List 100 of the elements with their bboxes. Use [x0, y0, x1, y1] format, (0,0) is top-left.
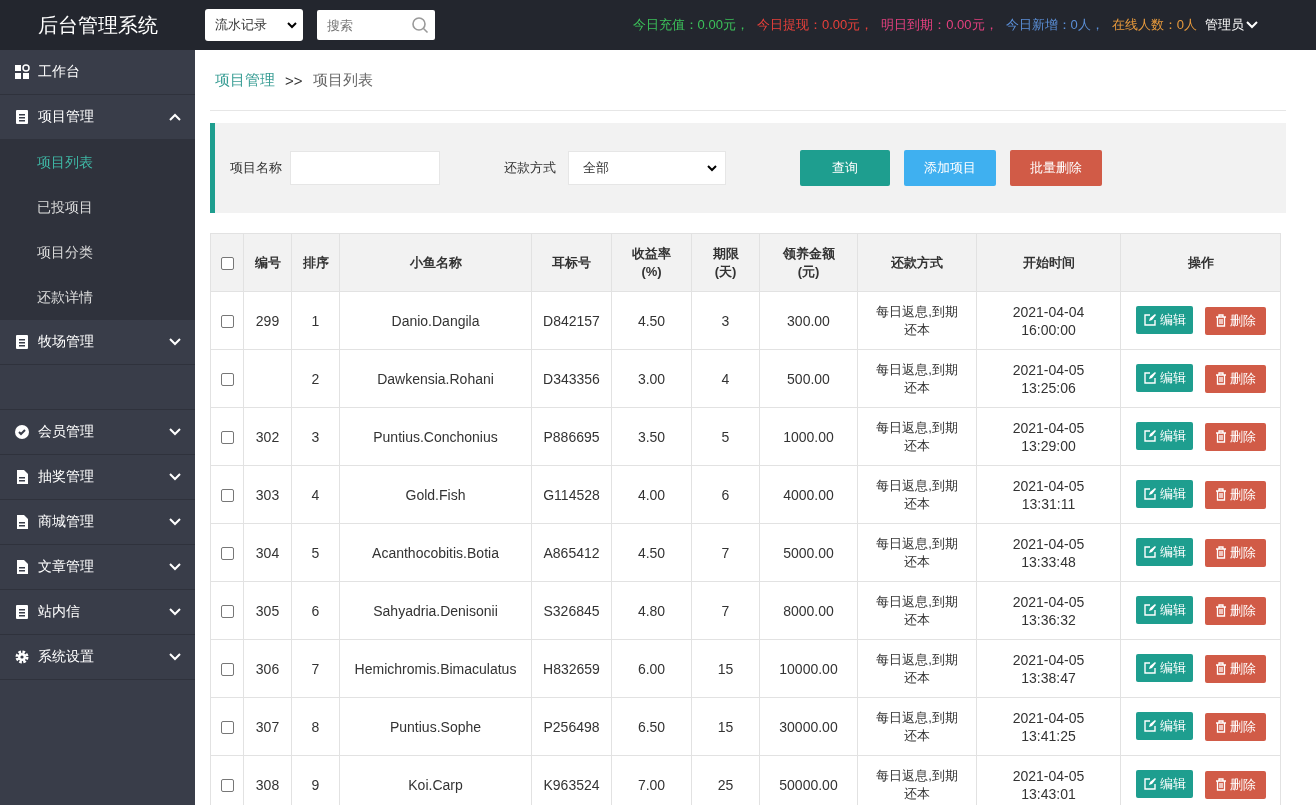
table-cell: 308	[255, 776, 280, 793]
delete-button[interactable]: 删除	[1204, 364, 1266, 393]
breadcrumb-item: 项目列表	[312, 70, 373, 90]
checkbox[interactable]	[220, 373, 234, 387]
checkbox[interactable]	[220, 605, 234, 619]
delete-button[interactable]: 删除	[1204, 306, 1266, 335]
caret-icon	[707, 164, 717, 172]
table-cell: S326845	[543, 602, 600, 619]
chevron-icon	[1246, 21, 1258, 29]
delete-button[interactable]: 删除	[1204, 654, 1266, 683]
table-cell: 7.00	[637, 776, 666, 793]
user-menu[interactable]: 管理员	[1205, 16, 1258, 34]
record-dropdown[interactable]: 流水记录	[205, 9, 303, 41]
table-cell: 30000.00	[779, 718, 838, 735]
sidebar-subitem[interactable]: 已投项目	[0, 185, 195, 230]
edit-button[interactable]: 编辑	[1135, 770, 1193, 799]
checkbox[interactable]	[220, 721, 234, 735]
table-cell: 6.00	[637, 660, 666, 677]
column-header: 小鱼名称	[339, 233, 532, 292]
edit-button[interactable]: 编辑	[1135, 480, 1193, 509]
table-cell: 6	[721, 486, 730, 503]
add-button[interactable]: 添加项目	[904, 150, 996, 186]
checkbox[interactable]	[220, 431, 234, 445]
table-cell-text: 每日返息,到期还本	[875, 766, 959, 803]
table-cell: 3.50	[637, 428, 666, 445]
table-cell: D842157	[543, 312, 600, 329]
file-icon	[14, 559, 30, 575]
checkbox[interactable]	[220, 489, 234, 503]
delete-button[interactable]: 删除	[1204, 712, 1266, 741]
checkbox[interactable]	[220, 547, 234, 561]
query-button[interactable]: 查询	[800, 150, 890, 186]
table-cell-text: 2021-04-05 13:36:32	[1011, 592, 1086, 629]
edit-button[interactable]: 编辑	[1135, 538, 1193, 567]
table-cell: P886695	[543, 428, 600, 445]
table-cell: 7	[721, 602, 730, 619]
caret-icon	[287, 21, 297, 29]
sidebar-subitem[interactable]: 项目分类	[0, 230, 195, 275]
edit-button[interactable]: 编辑	[1135, 596, 1193, 625]
edit-icon	[1142, 719, 1157, 734]
column-header: 编号	[243, 233, 292, 292]
column-header: 耳标号	[531, 233, 612, 292]
trash-icon	[1214, 430, 1227, 444]
table-cell-text: 每日返息,到期还本	[875, 360, 959, 397]
checkbox[interactable]	[220, 315, 234, 329]
sidebar-subitem[interactable]: 项目列表	[0, 140, 195, 185]
table-cell: 15	[717, 718, 734, 735]
edit-button[interactable]: 编辑	[1135, 712, 1193, 741]
stat-text: 明日到期：0.00元，	[881, 16, 998, 34]
delete-button[interactable]: 批量删除	[1010, 150, 1102, 186]
sidebar-subitem[interactable]: 还款详情	[0, 275, 195, 320]
edit-button[interactable]: 编辑	[1135, 364, 1193, 393]
breadcrumb-item[interactable]: 项目管理	[215, 70, 275, 90]
checkbox[interactable]	[220, 663, 234, 677]
edit-button[interactable]: 编辑	[1135, 306, 1193, 335]
delete-button[interactable]: 删除	[1204, 538, 1266, 567]
table-cell-text: 每日返息,到期还本	[875, 650, 959, 687]
table-cell: 4.00	[637, 486, 666, 503]
document-icon	[14, 109, 30, 125]
table-cell: H832659	[543, 660, 600, 677]
edit-button[interactable]: 编辑	[1135, 422, 1193, 451]
trash-icon	[1214, 546, 1227, 560]
table-cell-text: 每日返息,到期还本	[875, 418, 959, 455]
table-cell: A865412	[543, 544, 600, 561]
trash-icon	[1214, 604, 1227, 618]
table-cell: 5	[721, 428, 730, 445]
table-cell: 303	[255, 486, 280, 503]
delete-button[interactable]: 删除	[1204, 770, 1266, 799]
file-icon	[14, 469, 30, 485]
column-header: 期限 (天)	[691, 233, 760, 292]
column-header: 排序	[291, 233, 340, 292]
table-cell-text: 2021-04-05 13:38:47	[1011, 650, 1086, 687]
search-icon[interactable]	[411, 16, 429, 34]
table-cell: 6	[311, 602, 320, 619]
table-cell: 300.00	[787, 312, 830, 329]
table-cell: 15	[717, 660, 734, 677]
checkbox[interactable]	[220, 256, 234, 270]
grid-icon	[14, 64, 30, 80]
app-title: 后台管理系统	[36, 12, 159, 38]
table-cell: K963524	[543, 776, 600, 793]
delete-button[interactable]: 删除	[1204, 596, 1266, 625]
checkbox[interactable]	[220, 779, 234, 793]
method-dropdown[interactable]: 全部	[568, 151, 726, 185]
stat-text: 今日提现：0.00元，	[756, 16, 874, 34]
trash-icon	[1214, 314, 1227, 328]
edit-icon	[1142, 603, 1157, 618]
table-cell-text: 2021-04-05 13:29:00	[1011, 418, 1086, 455]
search-field[interactable]: 搜索	[317, 10, 435, 40]
delete-button[interactable]: 删除	[1204, 480, 1266, 509]
edit-icon	[1142, 487, 1157, 502]
name-input-field[interactable]	[290, 151, 440, 185]
table-cell-text: 每日返息,到期还本	[875, 708, 959, 745]
table-cell: Puntius.Conchonius	[373, 428, 498, 445]
table-cell: 25	[717, 776, 734, 793]
edit-button[interactable]: 编辑	[1135, 654, 1193, 683]
edit-icon	[1142, 371, 1157, 386]
table-cell: 302	[255, 428, 280, 445]
delete-button[interactable]: 删除	[1204, 422, 1266, 451]
table-cell-text: 每日返息,到期还本	[875, 534, 959, 571]
document-icon	[14, 334, 30, 350]
table-cell: 3.00	[637, 370, 666, 387]
